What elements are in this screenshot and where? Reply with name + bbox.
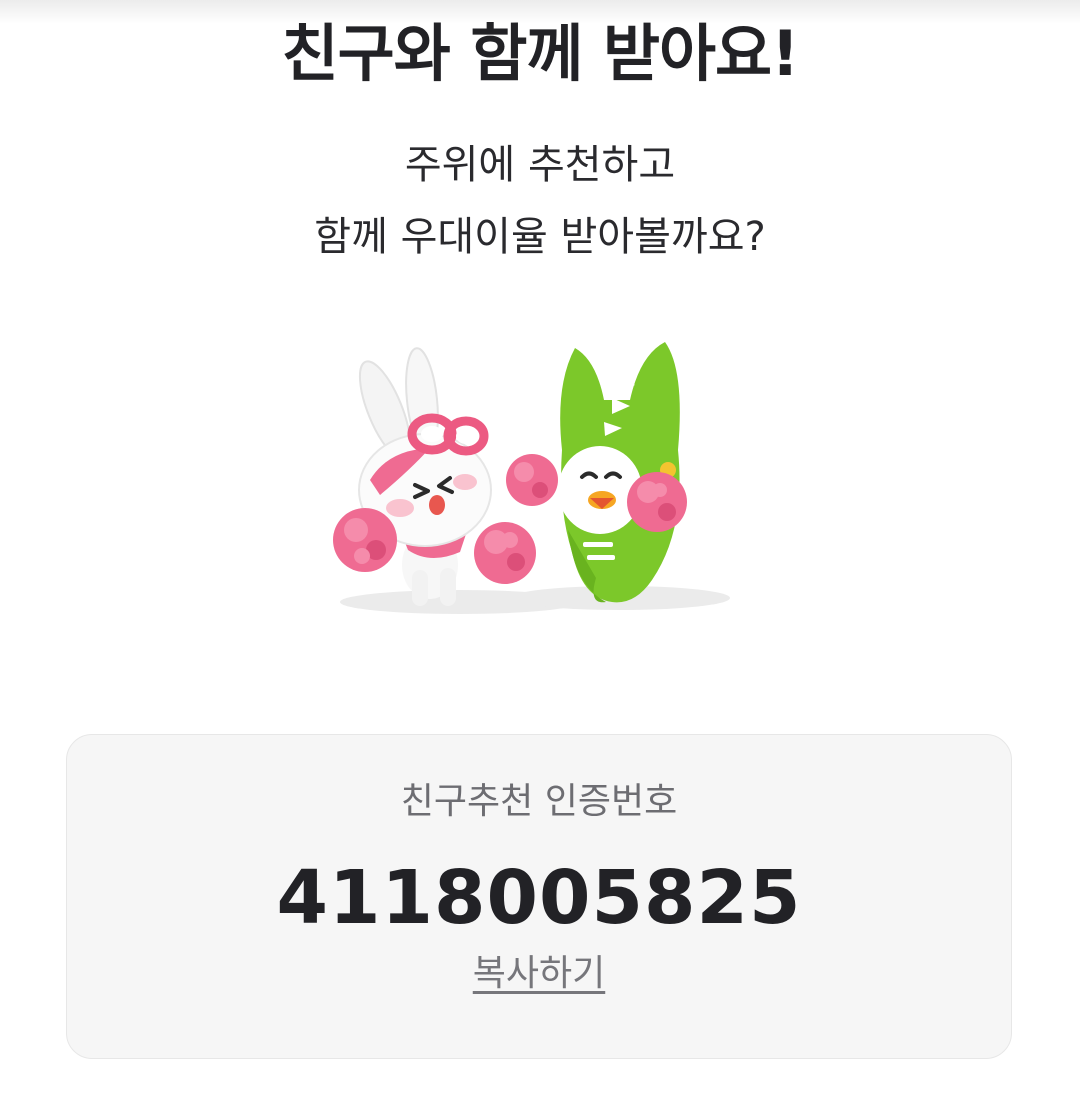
intro-line-2: 함께 우대이율 받아볼까요?: [314, 214, 766, 260]
copy-button[interactable]: 복사하기: [473, 953, 605, 994]
pink-pompom-left: [333, 508, 397, 572]
pink-pompom-dino-left: [506, 454, 558, 506]
pink-pompom-dino-right: [627, 472, 687, 532]
referral-code-card: 친구추천 인증번호 4118005825 복사하기: [66, 734, 1012, 1059]
referral-code-value: 4118005825: [276, 855, 802, 941]
cheering-mascots-illustration: [333, 342, 730, 614]
dinosaur-mascot: [558, 342, 680, 603]
intro-line-1: 주위에 추천하고: [404, 142, 676, 188]
pink-pompom-right: [474, 522, 536, 584]
page-title: 친구와 함께 받아요!: [281, 17, 800, 90]
copy-button-wrapper: 복사하기: [67, 947, 1011, 1001]
referral-page: 친구와 함께 받아요! 주위에 추천하고 함께 우대이율 받아볼까요? 친구추천…: [0, 0, 1080, 1104]
referral-code-label: 친구추천 인증번호: [400, 781, 678, 822]
